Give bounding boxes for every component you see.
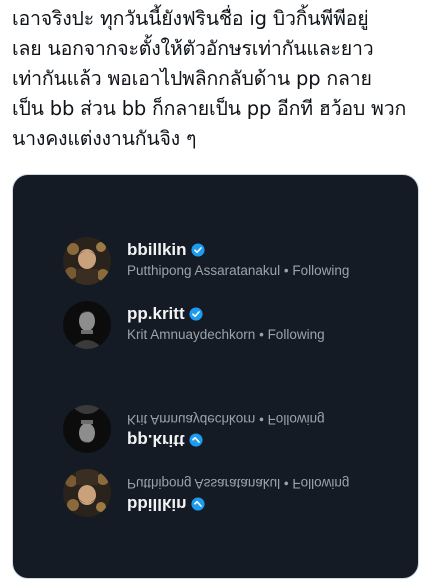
username: bbillkin [127,240,187,259]
follow-status: Following [267,327,325,342]
account-row-bbillkin-flipped: bbillkin Putthipong Assaratanakul • Foll… [63,461,383,517]
full-name: Krit Amnuaydechkorn [127,412,256,427]
follow-status: Following [267,412,325,427]
separator: • [255,412,268,427]
verified-badge-icon [189,307,203,321]
username: bbillkin [127,495,187,514]
follow-status: Following [292,476,350,491]
full-name: Krit Amnuaydechkorn [127,327,256,342]
separator: • [280,263,293,278]
tweet-text: เอาจริงปะ ทุกวันนี้ยังฟรินชื่อ ig บิวกิ้… [12,7,407,150]
account-subtitle: Putthipong Assaratanakul • Following [127,263,349,278]
account-row-ppkritt: pp.kritt Krit Amnuaydechkorn • Following [63,301,383,357]
account-row-bbillkin: bbillkin Putthipong Assaratanakul • Foll… [63,237,383,293]
username: pp.kritt [127,304,185,323]
full-name: Putthipong Assaratanakul [127,476,281,491]
tweet-image[interactable]: bbillkin Putthipong Assaratanakul • Foll… [12,174,419,579]
account-subtitle: Krit Amnuaydechkorn • Following [127,327,325,342]
avatar-bbillkin [63,237,111,285]
account-row-ppkritt-flipped: pp.kritt Krit Amnuaydechkorn • Following [63,397,383,453]
avatar-ppkritt [63,301,111,349]
separator: • [255,327,268,342]
verified-badge-icon [189,433,203,447]
account-subtitle: Krit Amnuaydechkorn • Following [127,412,325,427]
verified-badge-icon [190,243,205,257]
username: pp.kritt [127,431,185,450]
account-subtitle: Putthipong Assaratanakul • Following [127,476,349,491]
avatar-bbillkin [63,469,111,517]
avatar-ppkritt [63,405,111,453]
full-name: Putthipong Assaratanakul [127,263,281,278]
follow-status: Following [292,263,350,278]
verified-badge-icon [190,497,205,511]
separator: • [280,476,293,491]
